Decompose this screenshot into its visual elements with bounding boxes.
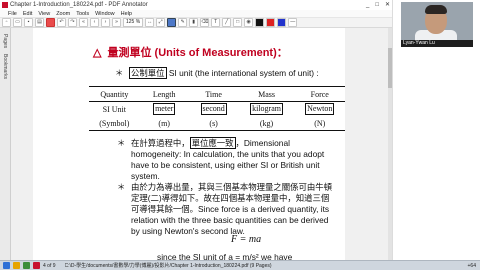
pdf-annotator-icon[interactable] <box>33 262 40 269</box>
triangle-icon: △ <box>93 47 102 59</box>
folder-icon[interactable] <box>13 262 20 269</box>
browser-icon[interactable] <box>23 262 30 269</box>
si-text: SI unit (the international system of uni… <box>166 68 319 78</box>
print-icon[interactable]: ▤ <box>35 18 44 27</box>
header-mass: Mass <box>238 86 295 102</box>
new-icon[interactable]: ▫ <box>2 18 11 27</box>
table-header-row: Quantity Length Time Mass Force <box>89 86 345 102</box>
page-gutter-right <box>345 28 392 260</box>
page-indicator: 4 of 9 <box>43 262 56 269</box>
side-panel-tabs: Pages Bookmarks <box>0 28 11 260</box>
homog-pre: 在計算過程中， <box>131 138 190 148</box>
slide-title: △ 量測單位 (Units of Measurement)： <box>93 44 288 60</box>
width-icon[interactable]: — <box>288 18 298 27</box>
first-page-icon[interactable]: « <box>79 18 88 27</box>
next-page-icon[interactable]: › <box>101 18 110 27</box>
header-time: Time <box>188 86 239 102</box>
window-controls: _ □ ✕ <box>366 0 390 10</box>
select-tool-icon[interactable] <box>167 18 177 27</box>
menu-file[interactable]: File <box>8 10 17 17</box>
menu-help[interactable]: Help <box>121 10 132 17</box>
minimize-button[interactable]: _ <box>366 0 369 10</box>
meter-box: meter <box>153 103 176 115</box>
close-button[interactable]: ✕ <box>385 0 390 10</box>
webcam-feed <box>401 2 473 40</box>
prev-page-icon[interactable]: ‹ <box>90 18 99 27</box>
menu-tools[interactable]: Tools <box>76 10 89 17</box>
cell-meter: meter <box>140 102 189 117</box>
taskbar-status: +64 <box>467 262 476 269</box>
cell-kg: (kg) <box>238 116 295 131</box>
text-tool-icon[interactable]: T <box>211 18 221 27</box>
menu-bar: File Edit View Zoom Tools Window Help <box>0 10 392 18</box>
cell-second: second <box>189 102 239 117</box>
cell-n: (N) <box>294 116 345 131</box>
page-gutter-left <box>11 28 33 260</box>
table-row: (Symbol) (m) (s) (kg) (N) <box>89 116 345 131</box>
cell-s: (s) <box>188 116 239 131</box>
participant-name: Lyan-Ywan Lu <box>401 40 473 47</box>
cell-newton: Newton <box>295 102 346 117</box>
cell-symbol: (Symbol) <box>89 116 140 131</box>
highlighter-icon[interactable]: ▮ <box>189 18 199 27</box>
redo-icon[interactable]: ↷ <box>68 18 77 27</box>
homogeneity-bullet: ＊ 在計算過程中， 單位應一致 ，Dimensional homogeneity: … <box>117 137 337 182</box>
eraser-icon[interactable]: ⌫ <box>200 18 210 27</box>
webcam-hair <box>425 5 447 14</box>
maximize-button[interactable]: □ <box>375 0 379 10</box>
derived-force-bullet: ＊ 由於力為導出量，其與三個基本物理量之關係可由牛頓定理(二)導得如下。故在四個… <box>117 182 337 237</box>
newton-formula: F = ma <box>231 234 262 245</box>
second-box: second <box>200 103 227 115</box>
homog-term: 單位應一致 <box>189 137 236 149</box>
color-blue-icon[interactable] <box>277 18 287 27</box>
force-text: 由於力為導出量，其與三個基本物理量之關係可由牛頓定理(二)導得如下。故在四個基本… <box>131 182 332 236</box>
si-term: 公制單位 <box>129 67 167 79</box>
kilogram-box: kilogram <box>250 103 283 115</box>
slide-title-text: 量測單位 (Units of Measurement)： <box>107 47 288 59</box>
app-icon <box>2 2 8 8</box>
video-panel: Lyan-Ywan Lu <box>392 0 480 260</box>
window-title: Chapter 1-Introduction_180224.pdf - PDF … <box>10 2 148 8</box>
slide-footer-text: since the SI unit of a = m/s² we have <box>157 252 293 260</box>
cell-m: (m) <box>139 116 189 131</box>
open-icon[interactable]: ▭ <box>13 18 22 27</box>
document-path: C:\D-學生/documents/書數學/力學(傅麗)/投影片/Chapter… <box>64 263 272 269</box>
header-quantity: Quantity <box>89 86 140 102</box>
si-unit-bullet: ＊ 公制單位 SI unit (the international system… <box>115 67 339 79</box>
fit-width-icon[interactable]: ↔ <box>145 18 155 27</box>
zoom-select[interactable]: 125 % <box>123 18 144 27</box>
pdf-icon[interactable] <box>46 18 55 27</box>
color-red-icon[interactable] <box>266 18 276 27</box>
header-length: Length <box>139 86 189 102</box>
last-page-icon[interactable]: » <box>112 18 121 27</box>
units-table: Quantity Length Time Mass Force SI Unit … <box>89 86 345 131</box>
undo-icon[interactable]: ↶ <box>57 18 66 27</box>
save-icon[interactable]: ▪ <box>24 18 33 27</box>
menu-zoom[interactable]: Zoom <box>56 10 70 17</box>
star-icon: ＊ <box>115 68 124 78</box>
line-tool-icon[interactable]: ╱ <box>222 18 232 27</box>
toolbar: ▫ ▭ ▪ ▤ ↶ ↷ « ‹ › » 125 % ↔ ⤢ ✎ ▮ ⌫ T ╱ … <box>0 18 392 28</box>
menu-edit[interactable]: Edit <box>23 10 32 17</box>
tab-bookmarks[interactable]: Bookmarks <box>2 54 8 79</box>
menu-window[interactable]: Window <box>95 10 115 17</box>
fit-page-icon[interactable]: ⤢ <box>156 18 166 27</box>
start-icon[interactable] <box>3 262 10 269</box>
header-force: Force <box>294 86 345 102</box>
pdf-page: △ 量測單位 (Units of Measurement)： ＊ 公制單位 SI … <box>33 28 345 260</box>
color-black-icon[interactable] <box>255 18 265 27</box>
tab-pages[interactable]: Pages <box>2 34 8 48</box>
star-icon: ＊ <box>117 182 126 192</box>
taskbar: 4 of 9 C:\D-學生/documents/書數學/力學(傅麗)/投影片/… <box>0 260 480 270</box>
newton-box: Newton <box>305 103 335 115</box>
pen-tool-icon[interactable]: ✎ <box>178 18 188 27</box>
cell-si-unit: SI Unit <box>102 104 126 114</box>
cell-kilogram: kilogram <box>239 102 295 117</box>
star-icon: ＊ <box>117 138 126 148</box>
rect-tool-icon[interactable]: □ <box>233 18 243 27</box>
stamp-icon[interactable]: ◉ <box>244 18 254 27</box>
table-row: SI Unit meter second kilogram Newton <box>89 102 345 117</box>
menu-view[interactable]: View <box>38 10 50 17</box>
